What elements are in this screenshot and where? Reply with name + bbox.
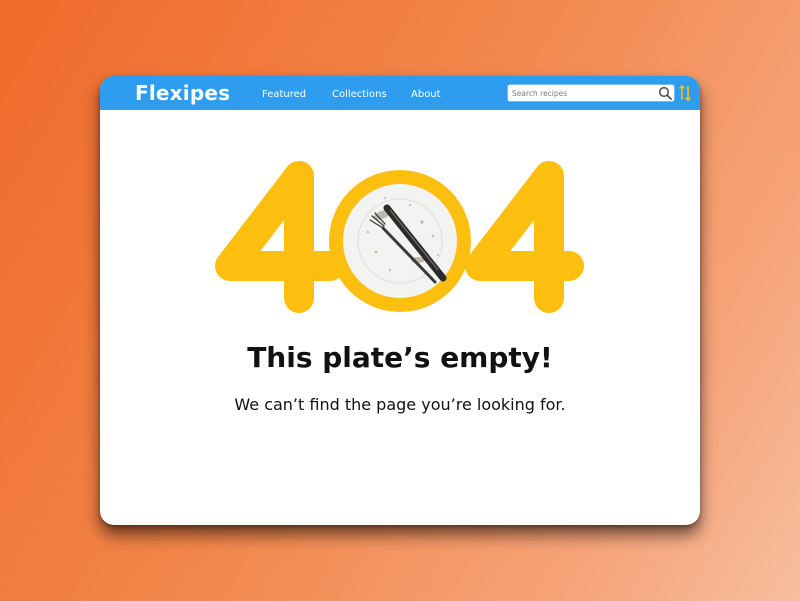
search-box xyxy=(507,84,675,102)
dirty-plate-illustration xyxy=(329,170,471,312)
browser-window: Flexipes Featured Collections About Sear… xyxy=(100,76,700,525)
sort-arrows-icon[interactable] xyxy=(678,84,692,102)
error-404-graphic xyxy=(215,161,584,313)
nav-link-about[interactable]: About xyxy=(411,88,441,102)
error-message: We can’t find the page you’re looking fo… xyxy=(234,395,566,414)
digit-four-left xyxy=(215,161,345,313)
digit-four-right xyxy=(465,161,584,313)
nav-link-collections[interactable]: Collections xyxy=(332,88,387,102)
search-input[interactable] xyxy=(512,86,652,100)
top-navbar: Flexipes Featured Collections About xyxy=(100,76,700,110)
nav-link-featured[interactable]: Featured xyxy=(262,88,306,102)
error-title: This plate’s empty! xyxy=(247,341,553,374)
brand-logo[interactable]: Flexipes xyxy=(135,81,230,105)
search-icon[interactable] xyxy=(658,86,672,100)
